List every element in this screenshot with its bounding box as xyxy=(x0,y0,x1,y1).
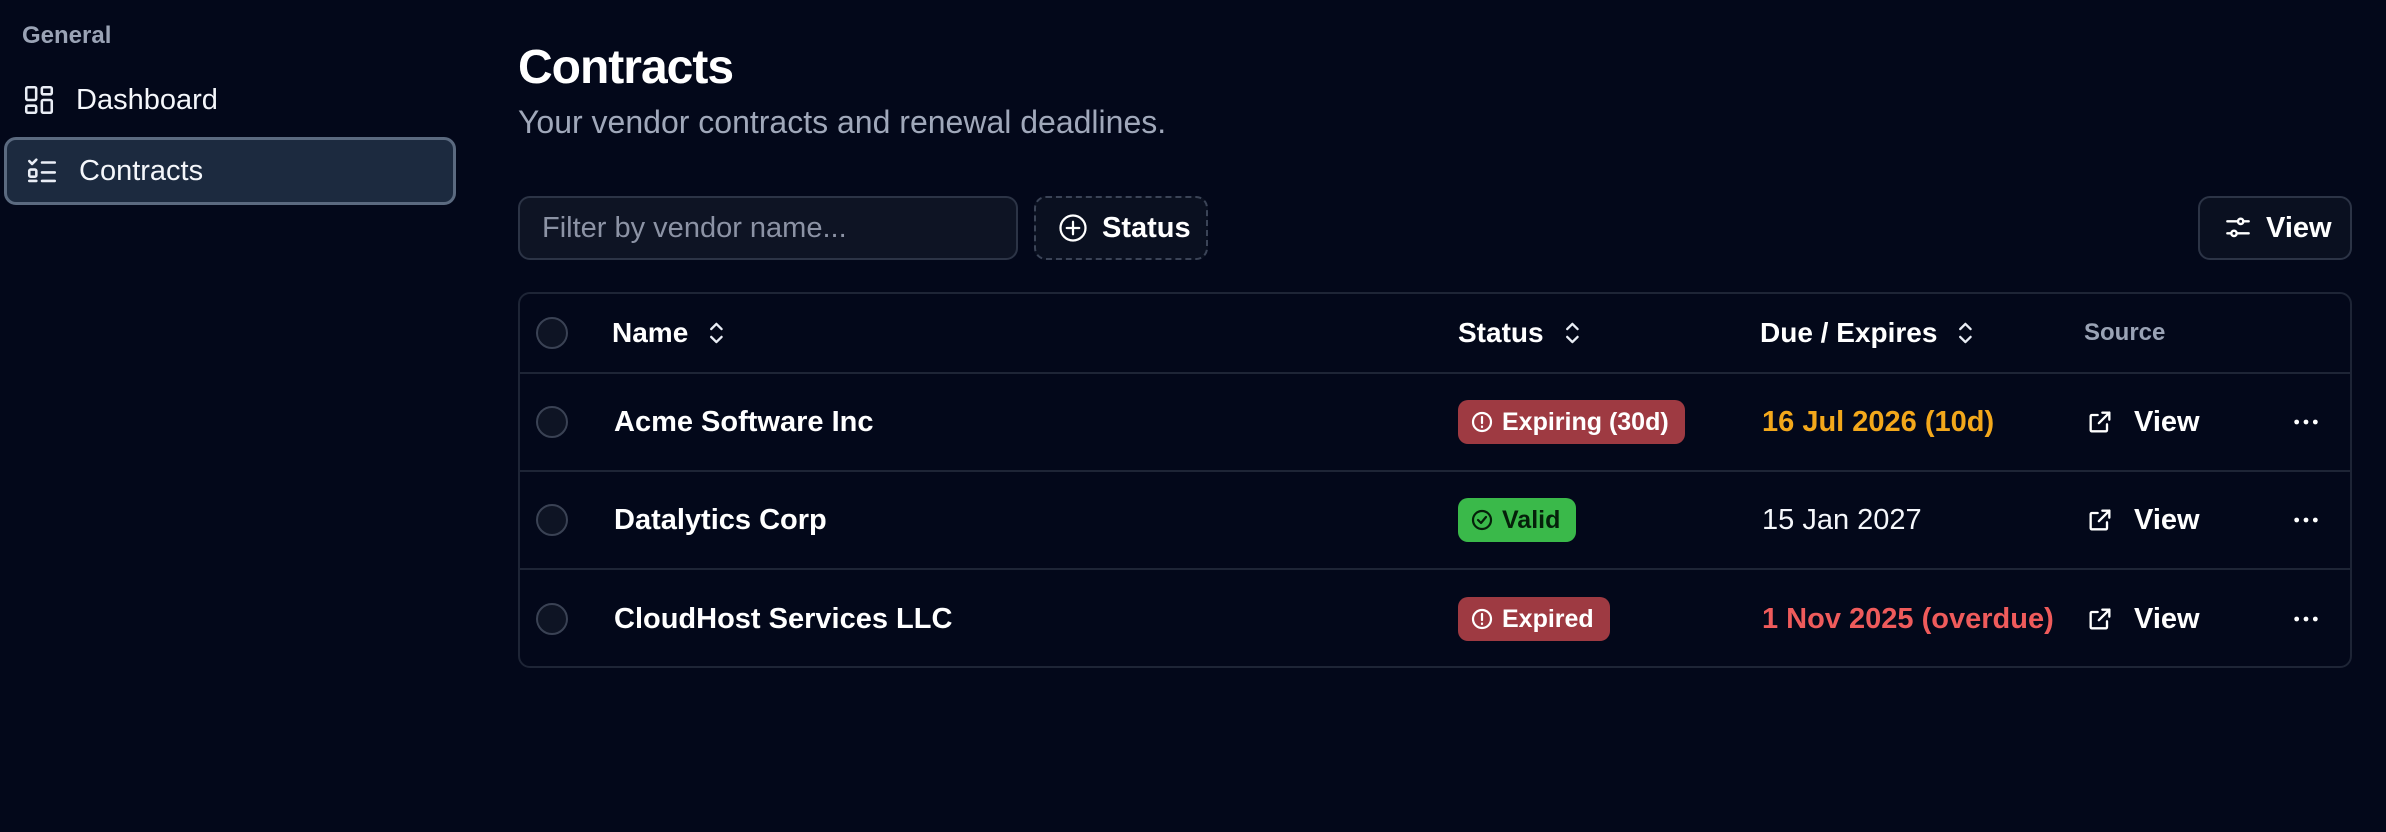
alert-circle-icon xyxy=(1470,410,1494,434)
status-badge: Valid xyxy=(1458,498,1577,542)
source-view-link[interactable]: View xyxy=(2086,504,2200,537)
status-badge: Expiring (30d) xyxy=(1458,400,1685,444)
column-header-source: Source xyxy=(2084,319,2166,346)
vendor-name: Datalytics Corp xyxy=(614,503,827,536)
list-checks-icon xyxy=(25,154,59,188)
sidebar: General Dashboard Contracts xyxy=(0,0,462,832)
table-row: Datalytics Corp Valid 15 Jan 2027 View xyxy=(520,472,2350,570)
page-title: Contracts xyxy=(518,41,734,94)
sidebar-item-label: Contracts xyxy=(79,154,204,187)
dashboard-icon xyxy=(22,83,56,117)
page-subtitle: Your vendor contracts and renewal deadli… xyxy=(518,104,1167,140)
external-link-icon xyxy=(2086,506,2114,534)
plus-circle-icon xyxy=(1058,213,1088,243)
more-horizontal-icon xyxy=(2294,616,2318,622)
source-view-link[interactable]: View xyxy=(2086,406,2200,439)
external-link-icon xyxy=(2086,605,2114,633)
external-link-icon xyxy=(2086,408,2114,436)
vendor-filter-input[interactable] xyxy=(518,196,1018,260)
view-options-button[interactable]: View xyxy=(2198,196,2352,260)
row-actions-button[interactable] xyxy=(2286,402,2326,442)
status-badge: Expired xyxy=(1458,597,1610,641)
row-checkbox[interactable] xyxy=(536,504,568,536)
sort-icon xyxy=(706,320,728,346)
status-filter-button[interactable]: Status xyxy=(1034,196,1208,260)
more-horizontal-icon xyxy=(2294,517,2318,523)
select-all-checkbox[interactable] xyxy=(536,317,568,349)
table-row: Acme Software Inc Expiring (30d) 16 Jul … xyxy=(520,374,2350,472)
due-date: 15 Jan 2027 xyxy=(1762,503,1922,536)
row-checkbox[interactable] xyxy=(536,406,568,438)
vendor-name: CloudHost Services LLC xyxy=(614,602,953,635)
due-date: 1 Nov 2025 (overdue) xyxy=(1762,602,2054,635)
row-actions-button[interactable] xyxy=(2286,500,2326,540)
column-header-due[interactable]: Due / Expires xyxy=(1760,317,1977,349)
sidebar-group-label: General xyxy=(22,22,112,49)
table-header-row: Name Status Due / Expires Source xyxy=(520,294,2350,374)
sort-icon xyxy=(1562,320,1584,346)
status-filter-label: Status xyxy=(1102,211,1191,244)
row-actions-button[interactable] xyxy=(2286,599,2326,639)
sort-icon xyxy=(1955,320,1977,346)
vendor-name: Acme Software Inc xyxy=(614,405,874,438)
check-circle-icon xyxy=(1470,508,1494,532)
source-view-link[interactable]: View xyxy=(2086,603,2200,636)
sidebar-item-label: Dashboard xyxy=(76,83,218,116)
app-root: General Dashboard Contracts Contracts Yo… xyxy=(0,0,2386,832)
column-header-name[interactable]: Name xyxy=(612,317,728,349)
sidebar-item-contracts[interactable]: Contracts xyxy=(4,137,456,205)
sliders-icon xyxy=(2222,212,2254,244)
view-options-label: View xyxy=(2266,211,2332,244)
contracts-table: Name Status Due / Expires Source Acme So… xyxy=(518,292,2352,668)
alert-circle-icon xyxy=(1470,607,1494,631)
sidebar-item-dashboard[interactable]: Dashboard xyxy=(4,66,456,134)
row-checkbox[interactable] xyxy=(536,603,568,635)
table-row: CloudHost Services LLC Expired 1 Nov 202… xyxy=(520,570,2350,666)
more-horizontal-icon xyxy=(2294,419,2318,425)
due-date: 16 Jul 2026 (10d) xyxy=(1762,405,1995,438)
column-header-status[interactable]: Status xyxy=(1458,317,1584,349)
